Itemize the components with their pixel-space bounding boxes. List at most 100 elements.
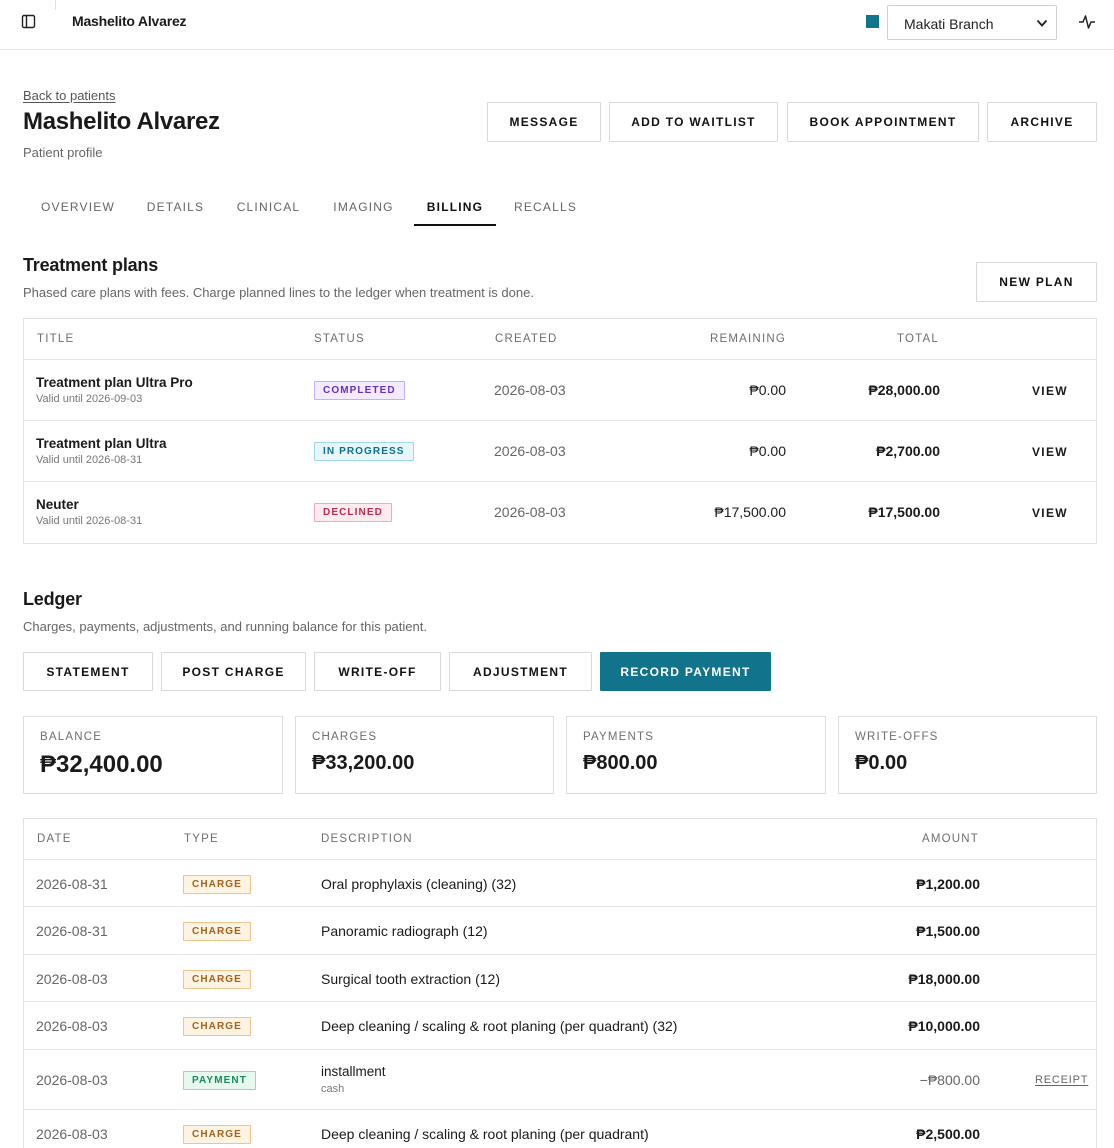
plan-created: 2026-08-03 (494, 382, 566, 398)
plan-remaining: ₱17,500.00 (714, 504, 786, 520)
column-header-date: DATE (37, 833, 72, 845)
table-row: 2026-08-03 PAYMENT installment cash −₱80… (24, 1049, 1096, 1109)
statement-button[interactable]: STATEMENT (23, 652, 153, 691)
ledger-description: Panoramic radiograph (12) (321, 923, 488, 939)
write-offs-card: WRITE-OFFS ₱0.00 (838, 716, 1097, 794)
activity-icon[interactable] (1077, 12, 1097, 32)
view-plan-link[interactable]: VIEW (1032, 506, 1068, 520)
table-row: 2026-08-03 CHARGE Deep cleaning / scalin… (24, 1001, 1096, 1049)
balance-card: BALANCE ₱32,400.00 (23, 716, 283, 794)
payments-card: PAYMENTS ₱800.00 (566, 716, 826, 794)
ledger-description: Deep cleaning / scaling & root planing (… (321, 1018, 678, 1034)
status-badge: IN PROGRESS (314, 442, 414, 461)
plan-remaining: ₱0.00 (749, 443, 786, 459)
column-header-description: DESCRIPTION (321, 833, 413, 845)
column-header-amount: AMOUNT (921, 833, 979, 845)
plan-remaining: ₱0.00 (749, 382, 786, 398)
plan-valid-until: Valid until 2026-08-31 (36, 454, 143, 466)
column-header-status: STATUS (314, 333, 365, 345)
treatment-plans-table: TITLE STATUS CREATED REMAINING TOTAL Tre… (23, 318, 1097, 544)
ledger-amount: ₱1,500.00 (916, 923, 980, 939)
book-appointment-button[interactable]: BOOK APPOINTMENT (787, 102, 979, 142)
page-title: Mashelito Alvarez (23, 108, 220, 135)
post-charge-button[interactable]: POST CHARGE (161, 652, 306, 691)
back-to-patients-link[interactable]: Back to patients (23, 88, 116, 103)
ledger-date: 2026-08-03 (36, 1126, 108, 1142)
tab-recalls[interactable]: RECALLS (501, 186, 590, 226)
sidebar-toggle-icon[interactable] (21, 14, 36, 29)
balance-label: BALANCE (40, 731, 103, 743)
ledger-title: Ledger (23, 589, 82, 609)
table-row: 2026-08-31 CHARGE Panoramic radiograph (… (24, 906, 1096, 954)
tab-imaging[interactable]: IMAGING (319, 186, 408, 226)
ledger-description: installment (321, 1064, 386, 1079)
table-row: Treatment plan Ultra Valid until 2026-08… (24, 420, 1096, 481)
topbar-patient-name: Mashelito Alvarez (72, 13, 187, 29)
top-bar: Mashelito Alvarez Makati Branch (0, 0, 1114, 50)
payment-method: cash (321, 1083, 345, 1095)
ledger-date: 2026-08-31 (36, 876, 108, 892)
view-plan-link[interactable]: VIEW (1032, 384, 1068, 398)
type-badge: CHARGE (183, 922, 251, 941)
payments-value: ₱800.00 (583, 752, 658, 774)
table-row: 2026-08-03 CHARGE Surgical tooth extract… (24, 954, 1096, 1001)
tab-clinical[interactable]: CLINICAL (222, 186, 315, 226)
table-row: Neuter Valid until 2026-08-31 DECLINED 2… (24, 481, 1096, 543)
ledger-date: 2026-08-03 (36, 1072, 108, 1088)
ledger-date: 2026-08-31 (36, 923, 108, 939)
column-header-title: TITLE (37, 333, 75, 345)
plan-total: ₱2,700.00 (876, 443, 940, 459)
treatment-plans-subtitle: Phased care plans with fees. Charge plan… (23, 285, 534, 300)
plan-valid-until: Valid until 2026-09-03 (36, 393, 143, 405)
charges-label: CHARGES (312, 731, 378, 743)
page-subtitle: Patient profile (23, 145, 103, 160)
write-offs-label: WRITE-OFFS (855, 731, 939, 743)
ledger-description: Oral prophylaxis (cleaning) (32) (321, 876, 517, 892)
divider (55, 0, 56, 10)
type-badge: CHARGE (183, 1017, 251, 1036)
new-plan-button[interactable]: NEW PLAN (976, 262, 1097, 302)
plan-title: Treatment plan Ultra Pro (36, 375, 193, 390)
ledger-date: 2026-08-03 (36, 971, 108, 987)
status-badge: DECLINED (314, 503, 392, 522)
payments-label: PAYMENTS (583, 731, 655, 743)
record-payment-button[interactable]: RECORD PAYMENT (600, 652, 771, 691)
column-header-created: CREATED (495, 333, 558, 345)
write-offs-value: ₱0.00 (855, 752, 908, 774)
tab-overview[interactable]: OVERVIEW (23, 186, 133, 226)
status-badge: COMPLETED (314, 381, 405, 400)
type-badge: PAYMENT (183, 1071, 256, 1090)
charges-value: ₱33,200.00 (312, 752, 415, 774)
plan-created: 2026-08-03 (494, 504, 566, 520)
column-header-type: TYPE (184, 833, 219, 845)
plan-title: Treatment plan Ultra (36, 436, 167, 451)
column-header-total: TOTAL (897, 333, 939, 345)
branch-select[interactable]: Makati Branch (887, 5, 1057, 40)
add-to-waitlist-button[interactable]: ADD TO WAITLIST (609, 102, 778, 142)
plan-total: ₱28,000.00 (868, 382, 940, 398)
tab-billing[interactable]: BILLING (414, 186, 496, 226)
ledger-date: 2026-08-03 (36, 1018, 108, 1034)
table-row: 2026-08-31 CHARGE Oral prophylaxis (clea… (24, 859, 1096, 906)
plan-title: Neuter (36, 497, 79, 512)
ledger-amount: ₱10,000.00 (908, 1018, 980, 1034)
receipt-link[interactable]: RECEIPT (1035, 1074, 1088, 1086)
ledger-amount: −₱800.00 (919, 1072, 980, 1088)
plan-created: 2026-08-03 (494, 443, 566, 459)
ledger-amount: ₱18,000.00 (908, 971, 980, 987)
adjustment-button[interactable]: ADJUSTMENT (449, 652, 592, 691)
ledger-amount: ₱2,500.00 (916, 1126, 980, 1142)
branch-color-swatch (866, 15, 879, 28)
archive-button[interactable]: ARCHIVE (987, 102, 1097, 142)
plan-valid-until: Valid until 2026-08-31 (36, 515, 143, 527)
ledger-subtitle: Charges, payments, adjustments, and runn… (23, 619, 427, 634)
message-button[interactable]: MESSAGE (487, 102, 601, 142)
tab-details[interactable]: DETAILS (134, 186, 217, 226)
ledger-table: DATE TYPE DESCRIPTION AMOUNT 2026-08-31 … (23, 818, 1097, 1148)
charges-card: CHARGES ₱33,200.00 (295, 716, 554, 794)
view-plan-link[interactable]: VIEW (1032, 445, 1068, 459)
column-header-remaining: REMAINING (710, 333, 786, 345)
balance-value: ₱32,400.00 (40, 751, 163, 778)
treatment-plans-title: Treatment plans (23, 255, 159, 275)
write-off-button[interactable]: WRITE-OFF (314, 652, 441, 691)
